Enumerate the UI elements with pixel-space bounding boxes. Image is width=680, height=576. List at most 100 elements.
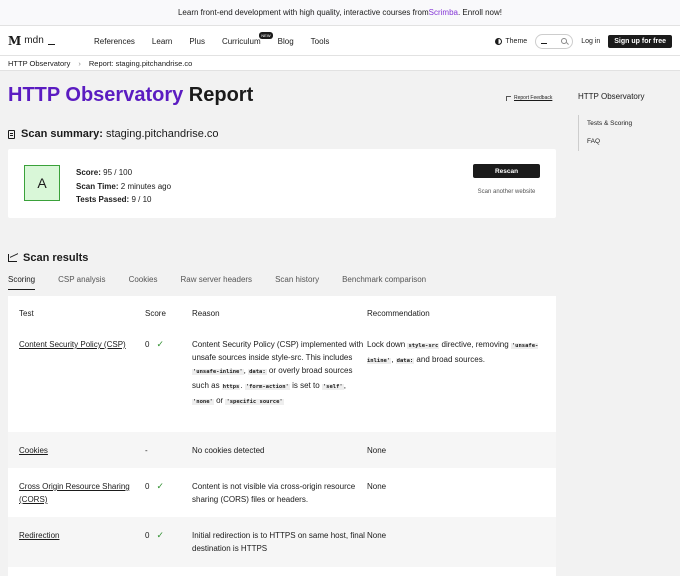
summary-label: Scan summary: bbox=[21, 128, 103, 140]
sidebar-faq[interactable]: FAQ bbox=[587, 133, 678, 151]
rec-text: Lock down bbox=[367, 340, 408, 349]
scan-time-label: Scan Time: bbox=[76, 181, 119, 191]
mdn-logo[interactable]: M mdn bbox=[8, 34, 55, 48]
score-value: 0 bbox=[145, 340, 150, 349]
title-accent: HTTP Observatory bbox=[8, 84, 184, 106]
nav-curriculum[interactable]: Curriculum NEW bbox=[221, 31, 273, 46]
test-link-cors[interactable]: Cross Origin Resource Sharing (CORS) bbox=[19, 482, 130, 504]
nav-references[interactable]: References bbox=[94, 37, 135, 46]
reason-text: , bbox=[343, 381, 346, 390]
table-row: Cross Origin Resource Sharing (CORS) 0 ✓ … bbox=[8, 468, 556, 517]
column-recommendation: Recommendation bbox=[367, 308, 430, 318]
scan-time-value: 2 minutes ago bbox=[120, 181, 172, 191]
sidebar-links: Tests & Scoring FAQ bbox=[578, 115, 678, 151]
rescan-button[interactable]: Rescan bbox=[473, 164, 540, 178]
nav-blog[interactable]: Blog bbox=[278, 37, 294, 46]
tab-raw-headers[interactable]: Raw server headers bbox=[180, 275, 252, 290]
reason-code: 'none' bbox=[192, 399, 214, 405]
recommendation-cell: None bbox=[367, 482, 387, 491]
breadcrumb: HTTP Observatory › Report: staging.pitch… bbox=[0, 56, 680, 71]
scan-summary-heading: Scan summary: staging.pitchandrise.co bbox=[8, 128, 219, 140]
sidebar-tests-scoring[interactable]: Tests & Scoring bbox=[587, 115, 678, 133]
reason-code: 'form-action' bbox=[244, 384, 290, 390]
reason-cell: Initial redirection is to HTTPS on same … bbox=[192, 531, 365, 553]
scrimba-link[interactable]: Scrimba bbox=[429, 8, 458, 17]
reason-text: or bbox=[213, 396, 226, 405]
report-feedback-link[interactable]: Report Feedback bbox=[506, 95, 552, 101]
theme-toggle[interactable]: Theme bbox=[495, 37, 528, 45]
tab-scan-history[interactable]: Scan history bbox=[275, 275, 319, 290]
table-row: Redirection 0 ✓ Initial redirection is to… bbox=[8, 517, 556, 567]
recommendation-cell: None bbox=[367, 446, 387, 455]
theme-label: Theme bbox=[505, 37, 528, 45]
rec-code: style-src bbox=[407, 343, 440, 349]
score-cell: 0 ✓ bbox=[145, 480, 192, 517]
reason-code: 'unsafe-inline' bbox=[192, 369, 244, 375]
column-score: Score bbox=[145, 308, 166, 318]
test-link-redirection[interactable]: Redirection bbox=[19, 531, 59, 540]
summary-host: staging.pitchandrise.co bbox=[106, 128, 219, 140]
breadcrumb-report[interactable]: Report: staging.pitchandrise.co bbox=[89, 59, 192, 68]
nav-curriculum-label: Curriculum bbox=[221, 36, 261, 46]
new-badge: NEW bbox=[259, 31, 273, 39]
tests-passed-value: 9 / 10 bbox=[131, 195, 152, 204]
reason-code: https bbox=[221, 384, 241, 390]
logo-text: mdn bbox=[24, 35, 44, 46]
nav-tools[interactable]: Tools bbox=[311, 37, 330, 46]
chevron-right-icon: › bbox=[78, 58, 81, 68]
score-cell: 0 ✓ bbox=[145, 529, 192, 567]
logo-mark: M bbox=[8, 33, 22, 48]
check-icon: ✓ bbox=[156, 530, 164, 540]
chart-icon bbox=[8, 254, 17, 262]
logo-cursor bbox=[47, 43, 55, 45]
score-value: 0 bbox=[145, 531, 150, 540]
reason-text: Content Security Policy (CSP) implemente… bbox=[192, 340, 364, 362]
contrast-icon bbox=[495, 37, 503, 45]
reason-code: 'self' bbox=[321, 384, 344, 390]
rec-text: , bbox=[391, 355, 396, 364]
reason-code: 'specific source' bbox=[225, 399, 284, 405]
rec-text: and broad sources. bbox=[414, 355, 485, 364]
reason-text: is set to bbox=[289, 381, 322, 390]
test-link-cookies[interactable]: Cookies bbox=[19, 446, 48, 455]
nav-plus[interactable]: Plus bbox=[189, 37, 205, 46]
grade-badge: A bbox=[24, 165, 60, 201]
flag-icon bbox=[506, 95, 511, 101]
tests-passed-label: Tests Passed: bbox=[76, 195, 130, 204]
login-link[interactable]: Log in bbox=[581, 38, 600, 45]
column-test: Test bbox=[19, 308, 34, 318]
tab-cookies[interactable]: Cookies bbox=[129, 275, 158, 290]
search-input[interactable] bbox=[535, 33, 574, 49]
page-title: HTTP Observatory Report bbox=[8, 84, 253, 107]
tab-scoring[interactable]: Scoring bbox=[8, 275, 36, 290]
score-value: 95 / 100 bbox=[103, 168, 133, 177]
reason-code: data: bbox=[248, 369, 267, 375]
signup-button[interactable]: Sign up for free bbox=[608, 34, 672, 48]
score-cell: 0 ✓ bbox=[145, 338, 192, 432]
reason-cell: No cookies detected bbox=[192, 446, 265, 455]
tab-csp-analysis[interactable]: CSP analysis bbox=[58, 275, 105, 290]
reason-cell: Content is not visible via cross-origin … bbox=[192, 482, 356, 504]
tab-benchmark[interactable]: Benchmark comparison bbox=[342, 275, 426, 290]
table-header: Test Score Reason Recommendation bbox=[8, 296, 556, 330]
report-feedback-label: Report Feedback bbox=[514, 95, 553, 101]
top-nav: M mdn References Learn Plus Curriculum NE… bbox=[0, 26, 680, 56]
summary-card: A Score: 95 / 100 Scan Time: 2 minutes a… bbox=[8, 149, 556, 218]
search-icon bbox=[561, 38, 568, 44]
recommendation-cell: Lock down style-src directive, removing … bbox=[367, 338, 547, 432]
nav-learn[interactable]: Learn bbox=[152, 37, 172, 46]
breadcrumb-observatory[interactable]: HTTP Observatory bbox=[8, 59, 70, 68]
rec-code: data: bbox=[395, 358, 415, 364]
rec-text: directive, removing bbox=[439, 340, 511, 349]
summary-details: Score: 95 / 100 Scan Time: 2 minutes ago… bbox=[76, 166, 171, 207]
results-tabs: Scoring CSP analysis Cookies Raw server … bbox=[8, 275, 449, 290]
promo-banner: Learn front-end development with high qu… bbox=[0, 0, 680, 26]
banner-text: Learn front-end development with high qu… bbox=[177, 8, 429, 17]
scoring-table: Test Score Reason Recommendation Content… bbox=[8, 296, 556, 576]
search-shortcut bbox=[541, 42, 548, 44]
test-link-csp[interactable]: Content Security Policy (CSP) bbox=[19, 340, 126, 349]
column-reason: Reason bbox=[192, 308, 220, 318]
right-sidebar: HTTP Observatory Tests & Scoring FAQ bbox=[578, 92, 678, 151]
scan-another-link[interactable]: Scan another website bbox=[473, 189, 540, 195]
check-icon: ✓ bbox=[156, 339, 164, 349]
